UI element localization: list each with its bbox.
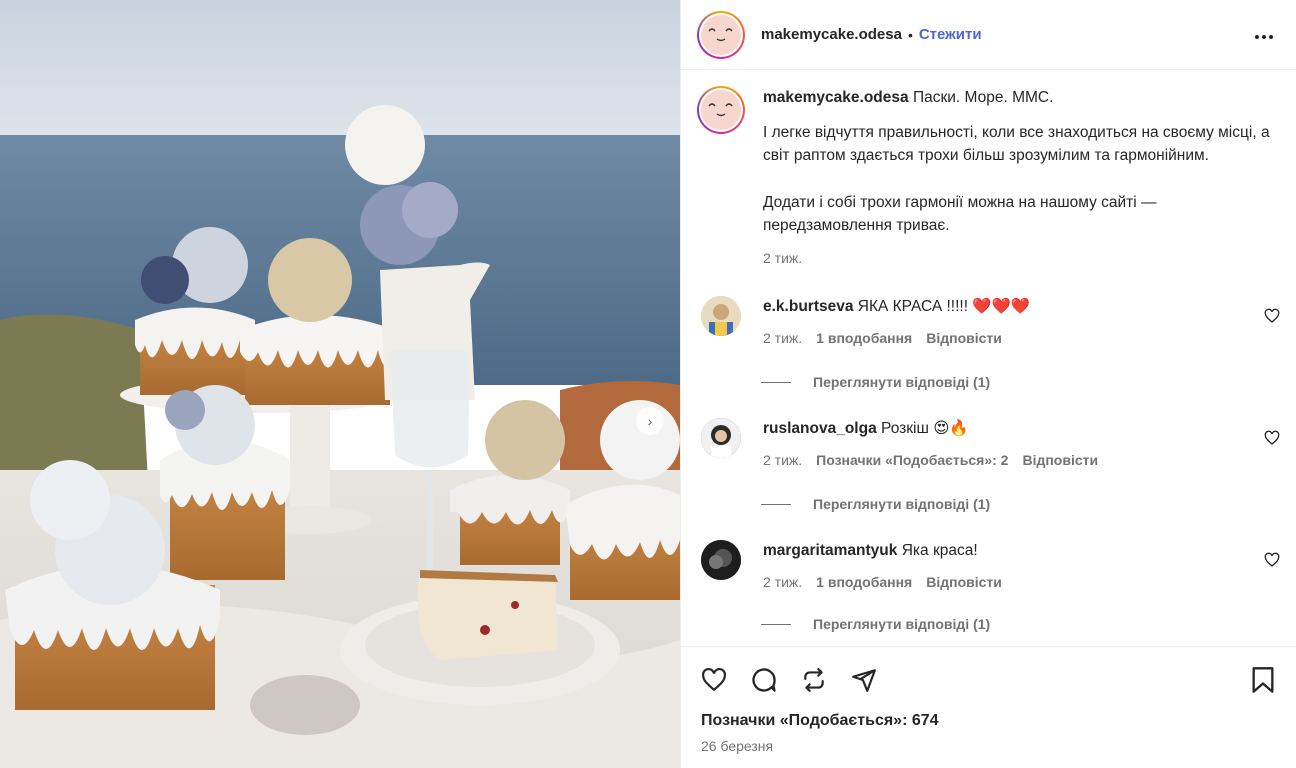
comment-likes[interactable]: 1 вподобання — [816, 330, 912, 346]
comment-likes[interactable]: Позначки «Подобається»: 2 — [816, 452, 1008, 468]
comment-button[interactable] — [747, 663, 781, 697]
face-logo-icon — [708, 103, 733, 117]
reply-button[interactable]: Відповісти — [926, 330, 1002, 346]
comment-item: ruslanova_olga Розкіш 😍🔥 2 тиж. Позначки… — [697, 418, 1280, 468]
comment-text: Розкіш 😍🔥 — [881, 420, 969, 437]
comment-bubble-icon — [752, 667, 776, 692]
view-replies-button[interactable]: Переглянути відповіді (1) — [761, 616, 1280, 632]
reply-button[interactable]: Відповісти — [1022, 452, 1098, 468]
save-button[interactable] — [1246, 663, 1280, 697]
carousel-next-button[interactable]: › — [636, 407, 664, 435]
heart-icon[interactable] — [1264, 552, 1280, 568]
caption-paragraph: І легке відчуття правильності, коли все … — [763, 124, 1270, 164]
comment-time: 2 тиж. — [763, 330, 803, 346]
post-header: makemycake.odesa • Стежити — [681, 0, 1296, 70]
post-caption: makemycake.odesa Паски. Море. ММС. І лег… — [697, 86, 1280, 270]
comment-time: 2 тиж. — [763, 452, 803, 468]
chevron-right-icon: › — [647, 413, 653, 429]
post-side-panel: makemycake.odesa • Стежити makemycake.od… — [680, 0, 1296, 768]
repost-icon — [804, 667, 824, 692]
comments-list[interactable]: makemycake.odesa Паски. Море. ММС. І лег… — [681, 70, 1296, 646]
separator-dot: • — [907, 26, 913, 43]
comment-item: e.k.burtseva ЯКА КРАСА !!!!! ❤️❤️❤️ 2 ти… — [697, 296, 1280, 346]
comment-username[interactable]: ruslanova_olga — [763, 420, 877, 437]
author-username[interactable]: makemycake.odesa — [761, 26, 902, 43]
replies-divider — [761, 503, 791, 505]
comment-username[interactable]: margaritamantyuk — [763, 542, 897, 559]
like-button[interactable] — [697, 663, 731, 697]
caption-headline: Паски. Море. ММС. — [912, 89, 1054, 106]
more-options-icon[interactable] — [1248, 24, 1280, 45]
bookmark-icon — [1252, 666, 1274, 693]
caption-avatar[interactable] — [697, 86, 745, 134]
post-date[interactable]: 26 березня — [681, 738, 1296, 768]
cake-photo-illustration — [0, 0, 680, 768]
post-photo[interactable]: › — [0, 0, 680, 768]
heart-icon — [702, 667, 726, 691]
comment-username[interactable]: e.k.burtseva — [763, 298, 853, 315]
send-icon — [852, 668, 876, 692]
repost-button[interactable] — [797, 663, 831, 697]
view-replies-label: Переглянути відповіді (1) — [813, 616, 991, 632]
comment-likes[interactable]: 1 вподобання — [816, 574, 912, 590]
view-replies-button[interactable]: Переглянути відповіді (1) — [761, 496, 1280, 512]
follow-button[interactable]: Стежити — [919, 26, 982, 43]
caption-paragraph: Додати і собі трохи гармонії можна на на… — [763, 194, 1157, 234]
view-replies-label: Переглянути відповіді (1) — [813, 496, 991, 512]
post-actions-bar — [681, 646, 1296, 712]
heart-icon[interactable] — [1264, 308, 1280, 324]
reply-button[interactable]: Відповісти — [926, 574, 1002, 590]
commenter-avatar[interactable] — [701, 418, 741, 458]
comment-text: ЯКА КРАСА !!!!! ❤️❤️❤️ — [857, 298, 1031, 315]
comment-text: Яка краса! — [901, 542, 978, 559]
comment-time: 2 тиж. — [763, 574, 803, 590]
like-count[interactable]: Позначки «Подобається»: 674 — [681, 712, 1296, 738]
replies-divider — [761, 381, 791, 383]
commenter-avatar[interactable] — [701, 540, 741, 580]
replies-divider — [761, 623, 791, 625]
caption-time: 2 тиж. — [763, 250, 803, 266]
view-replies-label: Переглянути відповіді (1) — [813, 374, 991, 390]
view-replies-button[interactable]: Переглянути відповіді (1) — [761, 374, 1280, 390]
commenter-avatar[interactable] — [701, 296, 741, 336]
caption-username[interactable]: makemycake.odesa — [763, 89, 909, 106]
author-avatar[interactable] — [697, 10, 745, 59]
heart-icon[interactable] — [1264, 430, 1280, 446]
comment-item: margaritamantyuk Яка краса! 2 тиж. 1 впо… — [697, 540, 1280, 590]
face-logo-icon — [708, 27, 733, 41]
share-button[interactable] — [847, 663, 881, 697]
